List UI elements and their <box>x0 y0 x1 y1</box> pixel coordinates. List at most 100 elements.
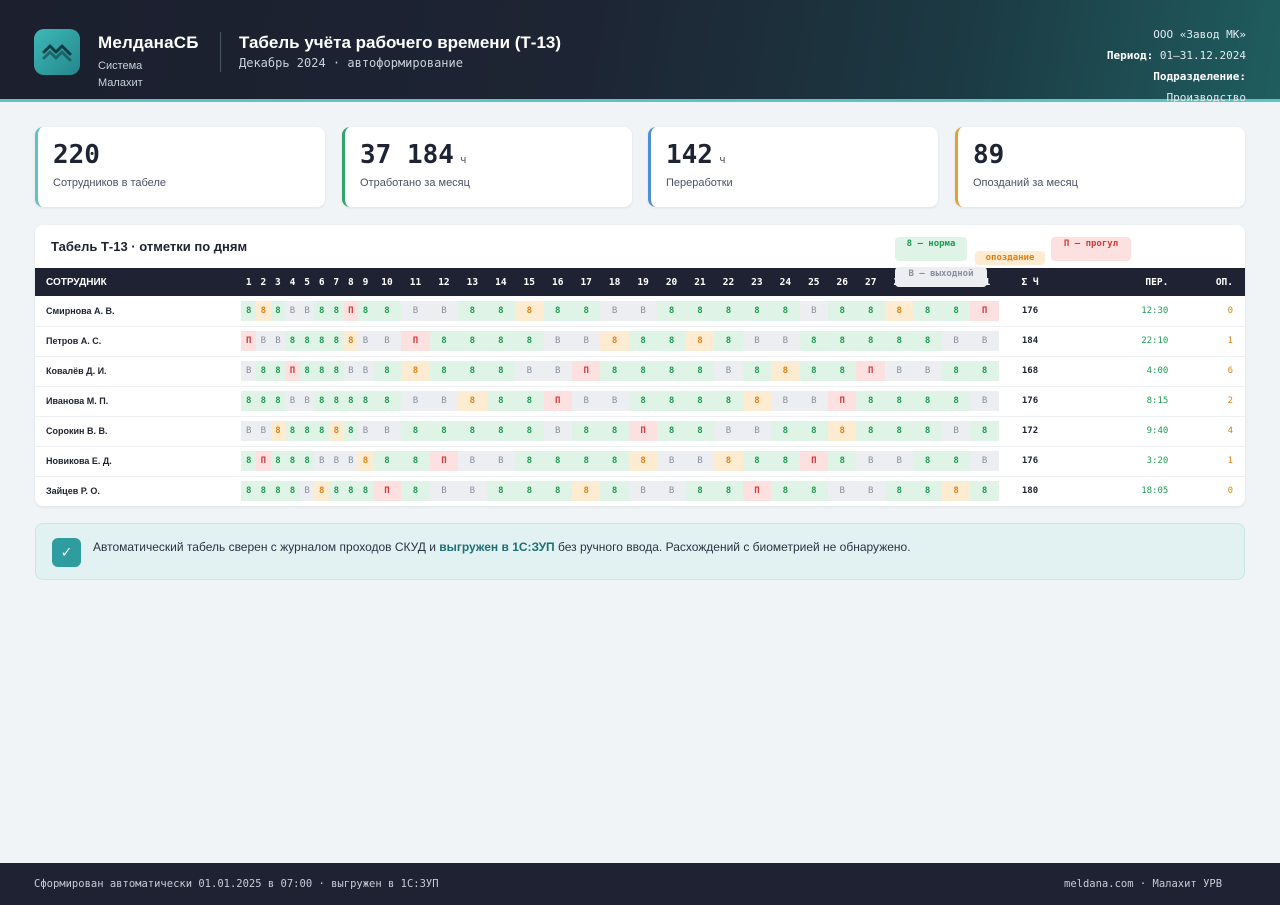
mark-day-off: В <box>742 331 772 351</box>
table-row[interactable]: Сорокин В. В. В В 8 8 8 8 8 8 В В 8 8 8 8 8 В 8 8 П 8 8 В В 8 8 8 8… <box>35 416 1245 447</box>
day-cell: В <box>401 296 430 327</box>
day-cell: 8 <box>270 416 286 447</box>
mark-norm: 8 <box>314 361 329 381</box>
mark-norm: 8 <box>372 361 402 381</box>
mark-norm: 8 <box>571 451 601 471</box>
mark-day-off: В <box>358 361 373 381</box>
row-hours-sum: 176 <box>998 446 1062 477</box>
day-cell: В <box>241 356 257 387</box>
mark-norm: 8 <box>828 331 857 351</box>
day-cell: 8 <box>458 296 487 327</box>
day-cell: 8 <box>571 416 601 447</box>
day-cell: В <box>241 416 257 447</box>
mark-norm: 8 <box>884 331 914 351</box>
legend-norm: 8 — норма <box>895 237 967 261</box>
mark-norm: 8 <box>856 300 885 321</box>
mark-norm: 8 <box>429 421 459 441</box>
day-cell: В <box>285 386 300 417</box>
day-cell: 8 <box>543 476 572 506</box>
mark-norm: 8 <box>329 361 344 381</box>
day-cell: В <box>828 476 857 506</box>
mark-norm: 8 <box>241 451 257 471</box>
kpi-value: 142 <box>666 140 713 170</box>
kpi-label: Переработки <box>666 177 733 189</box>
day-cell: В <box>884 446 914 477</box>
mark-absence: П <box>828 391 857 411</box>
mark-norm: 8 <box>913 421 942 441</box>
mark-norm: 8 <box>828 361 857 381</box>
mark-norm: 8 <box>628 331 658 351</box>
day-cell: 8 <box>856 386 885 417</box>
company-name: ООО «Завод МК» <box>1153 28 1246 41</box>
table-row[interactable]: Новикова Е. Д. 8 П 8 8 8 В В В 8 8 8 П В В 8 8 8 8 8 В В 8 8 8 П 8… <box>35 446 1245 477</box>
table-row[interactable]: Смирнова А. В. 8 8 8 В В 8 8 П 8 8 В В 8 8 8 8 8 В В 8 8 8 8 8 В 8… <box>35 296 1245 327</box>
table-row[interactable]: Ковалёв Д. И. В 8 8 П 8 8 8 В В 8 8 8 8 8 В В П 8 8 8 8 В 8 8 8 8 П… <box>35 356 1245 387</box>
day-cell: 8 <box>486 326 516 357</box>
mark-day-off: В <box>270 331 286 351</box>
mark-norm: 8 <box>970 481 999 501</box>
day-cell: П <box>343 296 359 327</box>
day-cell: 8 <box>685 296 715 327</box>
mark-norm: 8 <box>970 361 999 381</box>
column-header-day: 4 <box>285 268 300 296</box>
column-header-day: 2 <box>256 268 271 296</box>
mark-day-off: В <box>685 451 715 471</box>
day-cell: 8 <box>329 356 344 387</box>
day-cell: 8 <box>828 326 857 357</box>
day-cell: 8 <box>742 356 772 387</box>
day-cell: В <box>299 476 315 506</box>
mark-day-off: В <box>884 451 914 471</box>
mark-norm: 8 <box>285 331 300 351</box>
row-late-count: 2 <box>1184 386 1245 417</box>
day-cell: В <box>913 356 942 387</box>
day-cell: В <box>270 326 286 357</box>
column-header-day: 19 <box>628 268 658 296</box>
row-hours-sum: 180 <box>998 476 1062 506</box>
row-hours-sum: 176 <box>998 386 1062 417</box>
day-cell: 8 <box>657 356 686 387</box>
mark-norm: 8 <box>657 391 686 411</box>
day-cell: 8 <box>970 476 999 506</box>
row-overtime: 12:30 <box>1061 296 1185 327</box>
mark-day-off: В <box>628 300 658 321</box>
notice-text-bold: выгружен в 1С:ЗУП <box>439 540 555 554</box>
day-cell: 8 <box>714 326 743 357</box>
day-cell: В <box>358 326 373 357</box>
table-row[interactable]: Иванова М. П. 8 8 8 В В 8 8 8 8 8 В В 8 8 8 П В В 8 8 8 8 8 В В П 8… <box>35 386 1245 417</box>
mark-norm: 8 <box>329 481 344 501</box>
column-header-day: 26 <box>828 268 857 296</box>
mark-norm: 8 <box>742 451 772 471</box>
day-cell: 8 <box>372 386 402 417</box>
mark-norm: 8 <box>299 451 315 471</box>
mark-norm: 8 <box>358 481 373 501</box>
row-late-count: 6 <box>1184 356 1245 387</box>
mark-norm: 8 <box>486 361 516 381</box>
day-cell: В <box>343 446 359 477</box>
mark-day-off: В <box>913 361 942 381</box>
mark-late: 8 <box>884 300 914 321</box>
day-cell: В <box>799 296 829 327</box>
table-row[interactable]: Зайцев Р. О. 8 8 8 8 В 8 8 8 8 П 8 В В 8 8 8 8 8 В В 8 8 П 8 8 В В 8… <box>35 476 1245 506</box>
day-cell: 8 <box>401 416 430 447</box>
table-row[interactable]: Петров А. С. П В В 8 8 8 8 8 В В П 8 8 8 8 В В 8 8 8 8 8 В В 8 8 8 8… <box>35 326 1245 357</box>
day-cell: 8 <box>714 476 743 506</box>
day-cell: В <box>884 356 914 387</box>
mark-norm: 8 <box>372 451 402 471</box>
mark-norm: 8 <box>329 331 344 351</box>
mark-day-off: В <box>543 421 572 441</box>
day-cell: В <box>628 296 658 327</box>
day-cell: 8 <box>628 386 658 417</box>
day-cell: 8 <box>458 356 487 387</box>
legend-late: опоздание <box>975 251 1045 265</box>
mark-norm: 8 <box>241 481 257 501</box>
day-cell: В <box>970 326 999 357</box>
column-header-day: 10 <box>372 268 402 296</box>
day-cell: 8 <box>299 356 315 387</box>
mark-norm: 8 <box>828 451 857 471</box>
day-cell: 8 <box>486 356 516 387</box>
day-cell: 8 <box>358 446 373 477</box>
app-logo <box>34 29 80 75</box>
mark-day-off: В <box>343 451 359 471</box>
day-cell: 8 <box>742 296 772 327</box>
day-cell: П <box>970 296 999 327</box>
